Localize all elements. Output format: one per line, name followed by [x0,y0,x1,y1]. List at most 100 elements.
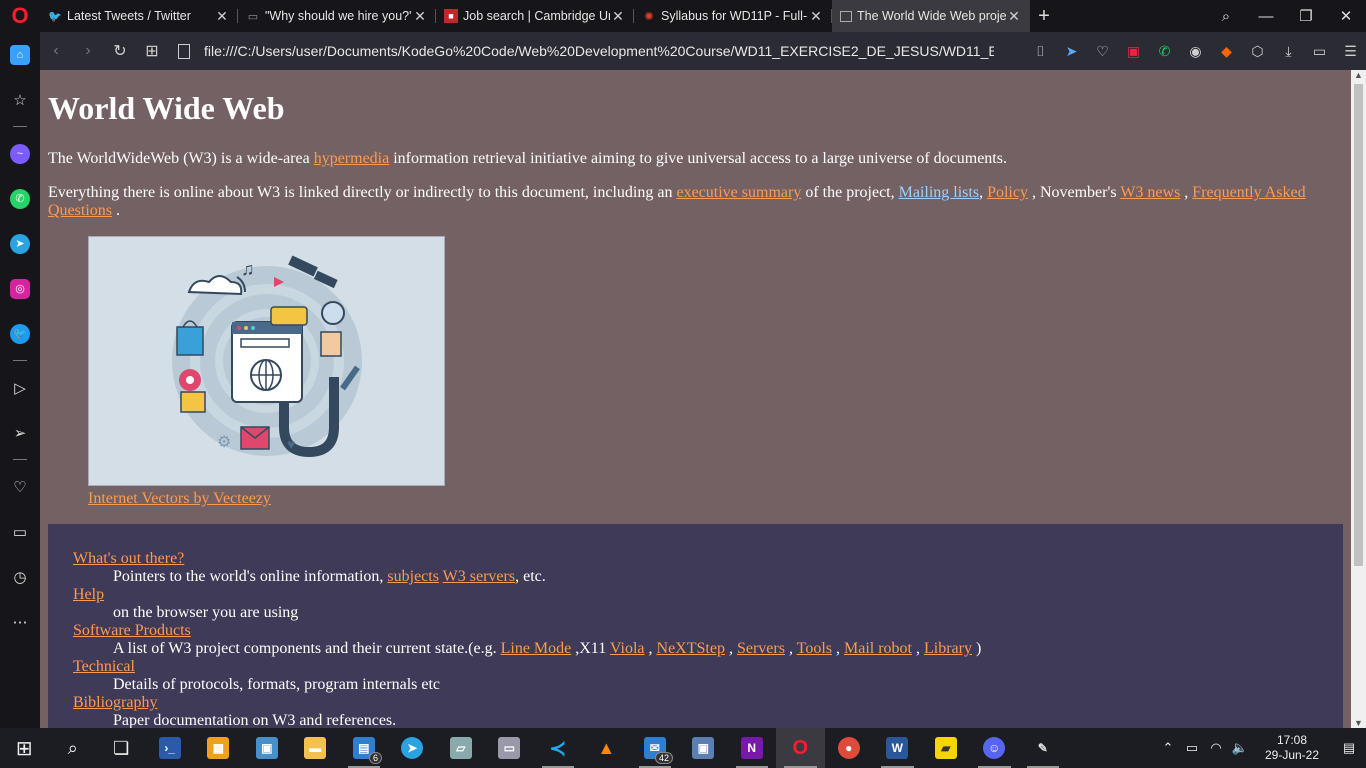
download-icon[interactable]: ⤓ [1273,43,1304,60]
close-window-icon[interactable]: ✕ [1326,7,1366,25]
opera-menu-icon[interactable]: O [0,0,40,32]
search-tabs-icon[interactable]: ⌕ [1206,8,1246,25]
w3-news-link[interactable]: W3 news [1120,184,1180,201]
battery-icon[interactable]: ▭ [1304,43,1335,60]
close-tab-icon[interactable]: ✕ [610,8,626,25]
viola-link[interactable]: Viola [610,640,645,657]
powershell-icon[interactable]: ›_ [146,728,195,768]
text: , [911,640,924,657]
windows-start-icon[interactable]: ⊞ [0,728,49,768]
library-link[interactable]: Library [924,640,972,657]
url-field[interactable]: file:///C:/Users/user/Documents/KodeGo%2… [168,43,1025,59]
phone-extension-icon[interactable]: ✆ [1149,43,1180,60]
tab-world-wide-web[interactable]: The World Wide Web proje ✕ [832,0,1030,32]
nextstep-link[interactable]: NeXTStep [657,640,725,657]
bookmarks-heart-icon[interactable]: ♡ [0,464,40,509]
close-tab-icon[interactable]: ✕ [214,8,230,25]
close-tab-icon[interactable]: ✕ [808,8,824,25]
extension-icon[interactable]: ▣ [1118,43,1149,60]
mailing-lists-link[interactable]: Mailing lists [899,184,979,201]
owl-extension-icon[interactable]: ◉ [1180,43,1211,60]
flow-icon[interactable]: ➢ [0,410,40,455]
home-icon[interactable]: ⌂ [0,32,40,77]
clock[interactable]: 17:08 29-Jun-22 [1252,733,1332,763]
file-explorer-icon[interactable]: ▬ [291,728,340,768]
history-icon[interactable]: ◷ [0,554,40,599]
vlc-icon[interactable]: ▲ [582,728,631,768]
tab-syllabus[interactable]: ✺ Syllabus for WD11P - Full-S ✕ [634,0,832,32]
player-icon[interactable]: ▷ [0,365,40,410]
battery-tray-icon[interactable]: ▭ [1180,740,1204,756]
executive-summary-link[interactable]: executive summary [676,184,801,201]
opera-taskbar-icon[interactable]: O [776,728,825,768]
files-app-icon[interactable]: ▤ 6 [340,728,389,768]
scroll-down-icon[interactable]: ▼ [1351,718,1366,728]
volume-icon[interactable]: 🔈 [1228,740,1252,756]
whats-out-there-link[interactable]: What's out there? [73,550,184,567]
new-tab-button[interactable]: + [1030,5,1058,28]
help-link[interactable]: Help [73,586,104,603]
mail-icon[interactable]: ✉ 42 [631,728,680,768]
chevron-up-icon[interactable]: ⌃ [1156,740,1180,756]
hypermedia-link[interactable]: hypermedia [314,150,390,167]
whatsapp-icon[interactable]: ✆ [0,176,40,221]
discord-icon[interactable]: ☺ [970,728,1019,768]
back-icon[interactable]: ‹ [40,42,72,60]
more-icon[interactable]: ⋯ [0,599,40,644]
telegram-icon[interactable]: ➤ [0,221,40,266]
tabs-icon[interactable]: ▭ [0,509,40,554]
servers-link[interactable]: Servers [737,640,785,657]
forward-icon[interactable]: › [72,42,104,60]
tabs-grid-icon[interactable]: ⊞ [136,41,168,61]
wifi-icon[interactable]: ◠ [1204,740,1228,756]
cube-icon[interactable]: ⬡ [1242,43,1273,60]
onenote-icon[interactable]: N [728,728,777,768]
technical-link[interactable]: Technical [73,658,135,675]
notifications-icon[interactable]: ▤ [1332,740,1366,756]
network-tool-icon[interactable]: ▣ [679,728,728,768]
browser-tab-bar: O 🐦 Latest Tweets / Twitter ✕ ▭ "Why sho… [0,0,1366,32]
instagram-icon[interactable]: ◎ [0,266,40,311]
line-mode-link[interactable]: Line Mode [501,640,572,657]
tools-link[interactable]: Tools [797,640,832,657]
heart-icon[interactable]: ♡ [1087,43,1118,60]
send-icon[interactable]: ➤ [1056,43,1087,60]
bibliography-link[interactable]: Bibliography [73,694,157,711]
reload-icon[interactable]: ↻ [104,41,136,61]
vpn-extension-icon[interactable]: ◆ [1211,43,1242,60]
camera-icon[interactable]: ⌷ [1025,43,1056,60]
image-credit-link[interactable]: Internet Vectors by Vecteezy [88,490,271,507]
word-icon[interactable]: W [873,728,922,768]
chrome-icon[interactable]: ● [825,728,874,768]
minimize-icon[interactable]: — [1246,8,1286,25]
control-panel-icon[interactable]: ▣ [243,728,292,768]
store-icon[interactable]: ▦ [194,728,243,768]
sidebar-divider [13,459,27,460]
notes-app-icon[interactable]: ▱ [437,728,486,768]
scroll-up-icon[interactable]: ▲ [1351,70,1366,80]
menu-icon[interactable]: ☰ [1335,43,1366,60]
vertical-scrollbar[interactable]: ▲ ▼ [1351,70,1366,728]
messenger-icon[interactable]: ~ [0,131,40,176]
scrollbar-thumb[interactable] [1354,84,1363,566]
vscode-icon[interactable]: ≺ [534,728,583,768]
task-view-icon[interactable]: ❏ [97,728,146,768]
tab-cambridge[interactable]: ■ Job search | Cambridge Uni ✕ [436,0,634,32]
w3-servers-link[interactable]: W3 servers [443,568,515,585]
speed-dial-icon[interactable]: ☆ [0,77,40,122]
tab-twitter[interactable]: 🐦 Latest Tweets / Twitter ✕ [40,0,238,32]
close-tab-icon[interactable]: ✕ [1006,8,1022,25]
twitter-sidebar-icon[interactable]: 🐦 [0,311,40,356]
tab-hire[interactable]: ▭ "Why should we hire you?" ✕ [238,0,436,32]
mail-robot-link[interactable]: Mail robot [844,640,912,657]
search-icon[interactable]: ⌕ [49,728,98,768]
policy-link[interactable]: Policy [987,184,1028,201]
paint-icon[interactable]: ✎ [1019,728,1068,768]
sticky-notes-icon[interactable]: ▰ [922,728,971,768]
subjects-link[interactable]: subjects [387,568,439,585]
remote-desktop-icon[interactable]: ▭ [485,728,534,768]
restore-icon[interactable]: ❐ [1286,7,1326,25]
telegram-taskbar-icon[interactable]: ➤ [388,728,437,768]
close-tab-icon[interactable]: ✕ [412,8,428,25]
software-products-link[interactable]: Software Products [73,622,191,639]
